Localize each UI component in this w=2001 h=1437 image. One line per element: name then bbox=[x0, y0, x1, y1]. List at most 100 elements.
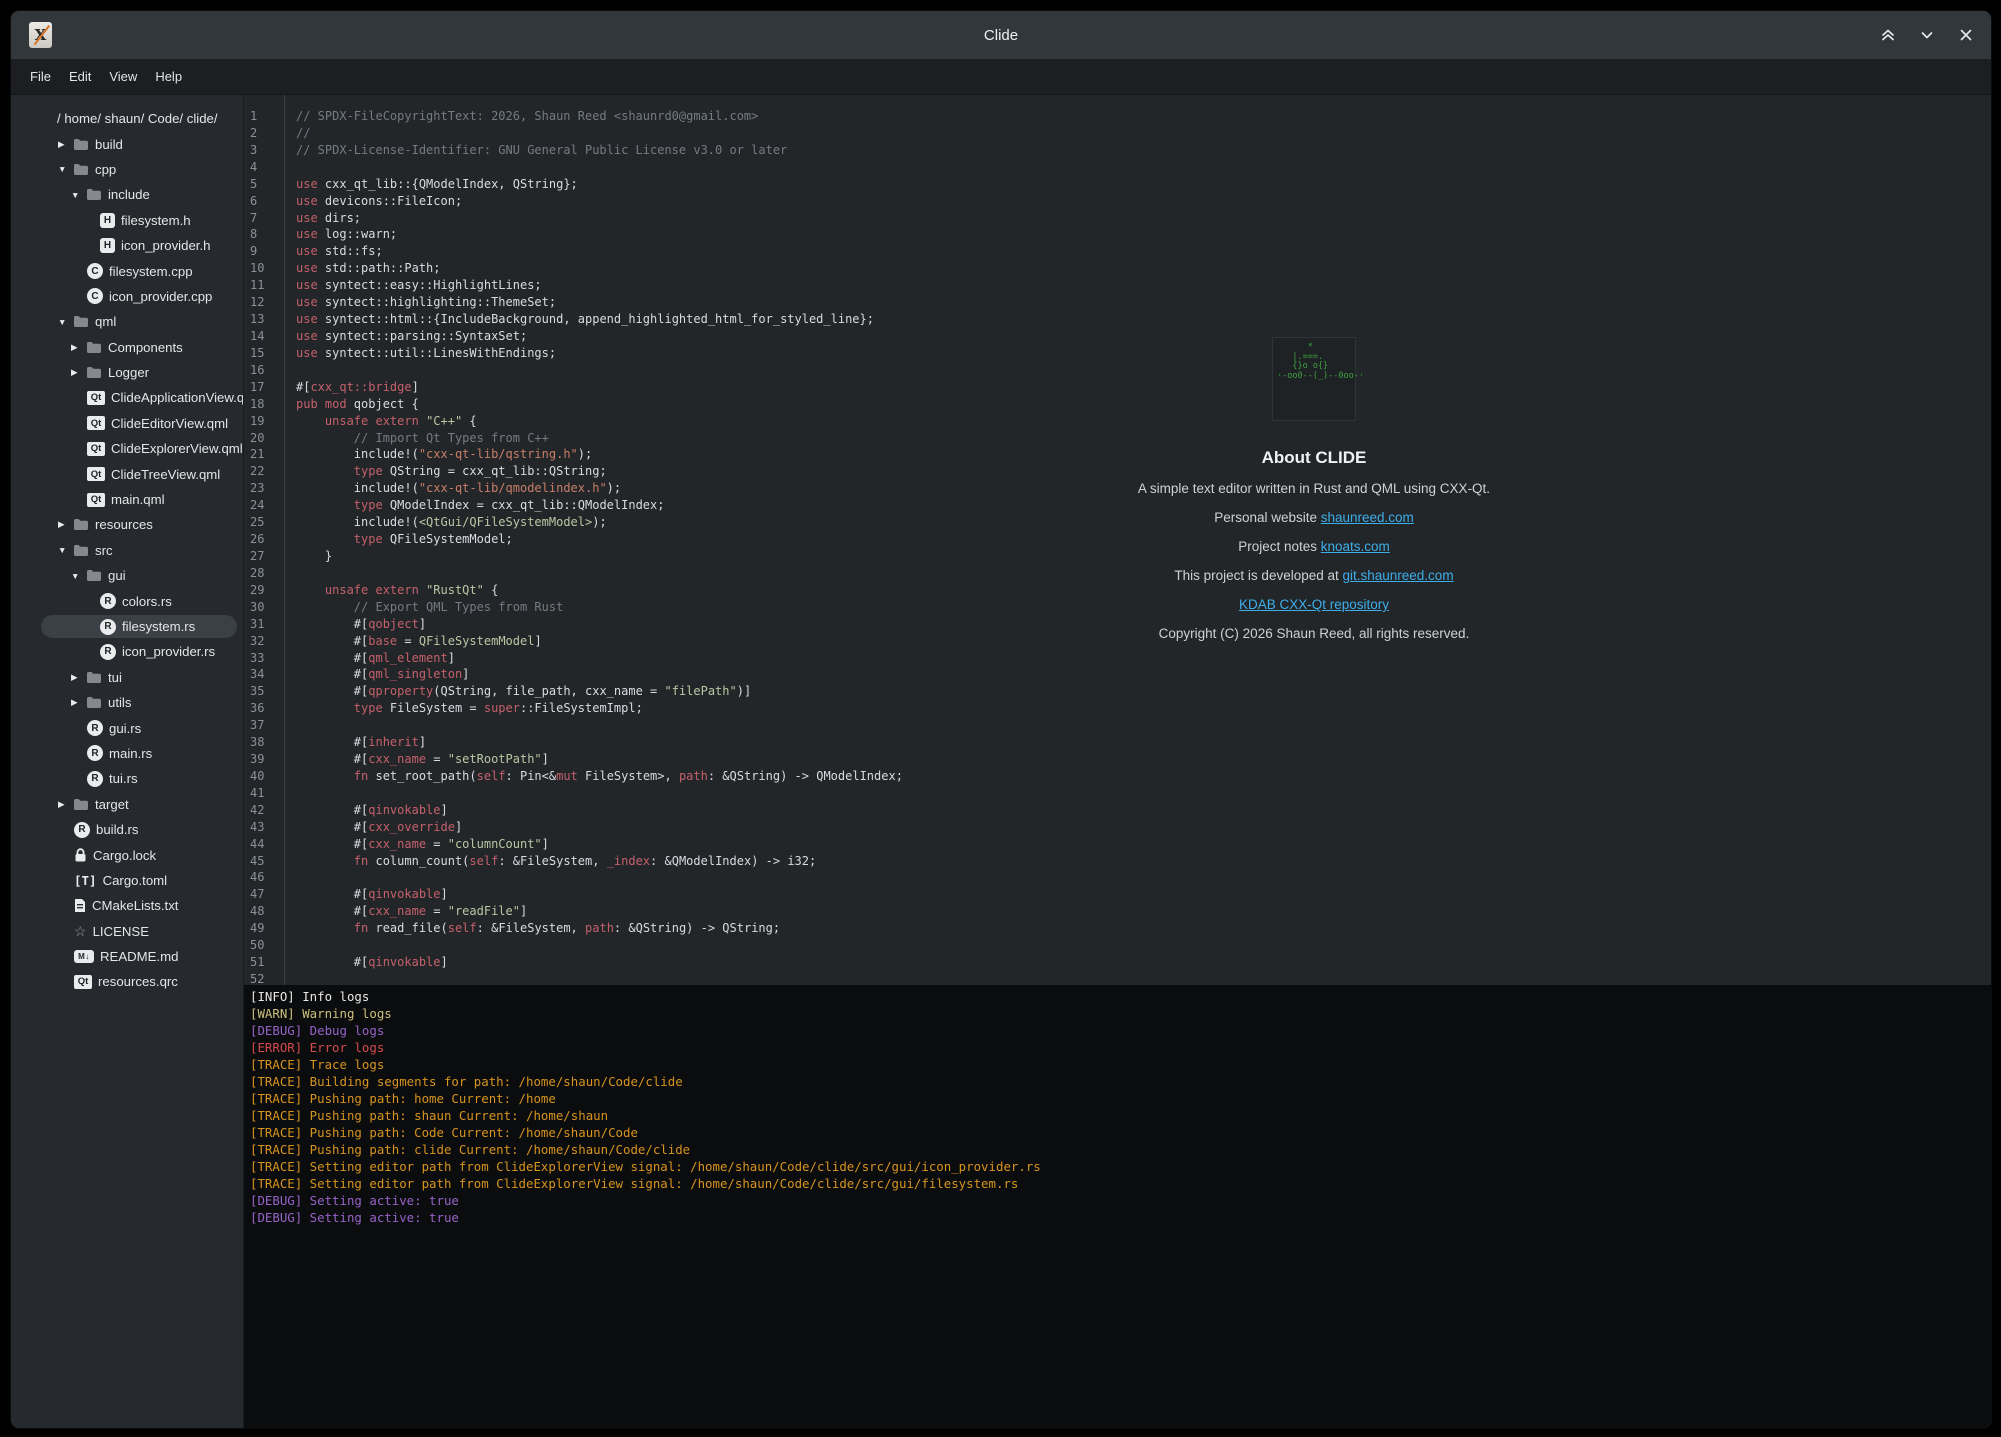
chevron-down-icon[interactable]: ▼ bbox=[58, 317, 73, 327]
tree-item-build-rs[interactable]: Rbuild.rs bbox=[11, 817, 243, 842]
qt-file-icon: Qt bbox=[74, 975, 92, 989]
chevron-right-icon[interactable]: ▶ bbox=[71, 672, 86, 683]
tree-item-tui-rs[interactable]: Rtui.rs bbox=[11, 766, 243, 791]
tree-item-label: Logger bbox=[108, 365, 149, 380]
tree-item-label: resources.qrc bbox=[98, 974, 178, 989]
line-number: 17 bbox=[244, 380, 284, 397]
code-line: #[qproperty(QString, file_path, cxx_name… bbox=[296, 684, 1991, 701]
editor-pane[interactable]: 1234567891011121314151617181920212223242… bbox=[244, 95, 1991, 985]
tree-item-components[interactable]: ▶Components bbox=[11, 335, 243, 360]
tree-item-label: src bbox=[95, 543, 113, 558]
kdab-repo-link[interactable]: KDAB CXX-Qt repository bbox=[1239, 597, 1389, 612]
tree-item-cargo-toml[interactable]: [T]Cargo.toml bbox=[11, 868, 243, 893]
tree-item-qml[interactable]: ▼ qml bbox=[11, 309, 243, 334]
line-number: 18 bbox=[244, 397, 284, 414]
close-button[interactable] bbox=[1957, 26, 1975, 44]
tree-item-utils[interactable]: ▶utils bbox=[11, 690, 243, 715]
tree-item-resources-qrc[interactable]: Qt resources.qrc bbox=[11, 969, 243, 994]
tree-item-clideapplicationview-qml[interactable]: QtClideApplicationView.qml bbox=[11, 385, 243, 410]
folder-icon bbox=[86, 696, 102, 709]
log-line-trace: [TRACE] Pushing path: home Current: /hom… bbox=[250, 1090, 1991, 1107]
tree-item-license[interactable]: ☆LICENSE bbox=[11, 919, 243, 944]
chevron-down-icon[interactable]: ▼ bbox=[71, 190, 86, 200]
line-number: 27 bbox=[244, 549, 284, 566]
line-number: 25 bbox=[244, 515, 284, 532]
rust-file-icon: R bbox=[100, 619, 116, 635]
tree-item-target[interactable]: ▶target bbox=[11, 792, 243, 817]
notes-link[interactable]: knoats.com bbox=[1321, 539, 1390, 554]
minimize-button[interactable] bbox=[1918, 26, 1936, 44]
chevron-down-icon[interactable]: ▼ bbox=[58, 164, 73, 174]
tree-item-gui-rs[interactable]: Rgui.rs bbox=[11, 715, 243, 740]
line-number: 22 bbox=[244, 464, 284, 481]
tree-item-filesystem-h[interactable]: Hfilesystem.h bbox=[11, 208, 243, 233]
tree-item-include[interactable]: ▼include bbox=[11, 182, 243, 207]
line-number: 31 bbox=[244, 617, 284, 634]
tree-item-tui[interactable]: ▶tui bbox=[11, 665, 243, 690]
tree-item-src[interactable]: ▼ src bbox=[11, 538, 243, 563]
menu-bar: FileEditViewHelp bbox=[11, 59, 1991, 95]
chevron-down-icon[interactable]: ▼ bbox=[71, 571, 86, 581]
log-line-debug: [DEBUG] Setting active: true bbox=[250, 1209, 1991, 1226]
tree-item-icon-provider-rs[interactable]: Ricon_provider.rs bbox=[11, 639, 243, 664]
folder-icon bbox=[86, 569, 102, 582]
log-line-trace: [TRACE] Setting editor path from ClideEx… bbox=[250, 1158, 1991, 1175]
chevron-right-icon[interactable]: ▶ bbox=[58, 139, 73, 150]
app-window: X Clide FileEditViewHelp / home/ sha bbox=[10, 10, 1992, 1429]
tree-item-main-rs[interactable]: Rmain.rs bbox=[11, 741, 243, 766]
tree-item-label: cpp bbox=[95, 162, 116, 177]
tree-item-build[interactable]: ▶build bbox=[11, 131, 243, 156]
tree-item-cpp[interactable]: ▼ cpp bbox=[11, 157, 243, 182]
dev-link[interactable]: git.shaunreed.com bbox=[1343, 568, 1454, 583]
tree-item-colors-rs[interactable]: Rcolors.rs bbox=[11, 588, 243, 613]
tree-item-resources[interactable]: ▶resources bbox=[11, 512, 243, 537]
chevron-right-icon[interactable]: ▶ bbox=[58, 519, 73, 530]
tree-item-clideexplorerview-qml[interactable]: QtClideExplorerView.qml bbox=[11, 436, 243, 461]
folder-icon bbox=[73, 163, 89, 176]
menu-help[interactable]: Help bbox=[146, 69, 191, 84]
line-number: 2 bbox=[244, 126, 284, 143]
tree-item-clideeditorview-qml[interactable]: QtClideEditorView.qml bbox=[11, 411, 243, 436]
tree-item-label: qml bbox=[95, 314, 116, 329]
menu-file[interactable]: File bbox=[21, 69, 60, 84]
tree-item-gui[interactable]: ▼gui bbox=[11, 563, 243, 588]
tree-item-filesystem-rs[interactable]: Rfilesystem.rs bbox=[11, 614, 243, 639]
tree-item-readme-md[interactable]: M↓README.md bbox=[11, 944, 243, 969]
chevron-right-icon[interactable]: ▶ bbox=[71, 342, 86, 353]
file-explorer-sidebar: / home/ shaun/ Code/ clide/▶build ▼ cpp ▼in… bbox=[11, 95, 244, 1428]
line-number: 47 bbox=[244, 887, 284, 904]
line-number: 21 bbox=[244, 447, 284, 464]
tree-item-cmakelists-txt[interactable]: CMakeLists.txt bbox=[11, 893, 243, 918]
line-number: 37 bbox=[244, 718, 284, 735]
log-panel[interactable]: [INFO] Info logs[WARN] Warning logs[DEBU… bbox=[244, 985, 1991, 1428]
tree-item-logger[interactable]: ▶ Logger bbox=[11, 360, 243, 385]
line-number: 51 bbox=[244, 955, 284, 972]
menu-edit[interactable]: Edit bbox=[60, 69, 100, 84]
tree-item-home-shaun-code-clide[interactable]: / home/ shaun/ Code/ clide/ bbox=[11, 106, 243, 131]
line-number: 13 bbox=[244, 312, 284, 329]
website-link[interactable]: shaunreed.com bbox=[1321, 510, 1414, 525]
chevron-down-icon[interactable]: ▼ bbox=[58, 545, 73, 555]
line-number: 41 bbox=[244, 786, 284, 803]
code-line: #[qinvokable] bbox=[296, 955, 1991, 972]
tree-item-cargo-lock[interactable]: Cargo.lock bbox=[11, 842, 243, 867]
dev-label: This project is developed at bbox=[1174, 568, 1342, 583]
about-notes-line: Project notes knoats.com bbox=[1054, 539, 1574, 555]
tree-item-clidetreeview-qml[interactable]: QtClideTreeView.qml bbox=[11, 461, 243, 486]
menu-view[interactable]: View bbox=[100, 69, 146, 84]
shade-button[interactable] bbox=[1879, 26, 1897, 44]
code-line: #[cxx_name = "columnCount"] bbox=[296, 837, 1991, 854]
toml-file-icon: [T] bbox=[74, 873, 97, 888]
tree-item-main-qml[interactable]: Qtmain.qml bbox=[11, 487, 243, 512]
tree-item-filesystem-cpp[interactable]: Cfilesystem.cpp bbox=[11, 258, 243, 283]
chevron-right-icon[interactable]: ▶ bbox=[58, 799, 73, 810]
code-line bbox=[296, 972, 1991, 985]
tree-item-icon-provider-h[interactable]: Hicon_provider.h bbox=[11, 233, 243, 258]
line-number: 6 bbox=[244, 194, 284, 211]
tree-item-icon-provider-cpp[interactable]: Cicon_provider.cpp bbox=[11, 284, 243, 309]
chevron-right-icon[interactable]: ▶ bbox=[71, 367, 86, 378]
lock-icon bbox=[74, 848, 87, 863]
line-number: 12 bbox=[244, 295, 284, 312]
code-line: #[cxx_name = "setRootPath"] bbox=[296, 752, 1991, 769]
chevron-right-icon[interactable]: ▶ bbox=[71, 697, 86, 708]
